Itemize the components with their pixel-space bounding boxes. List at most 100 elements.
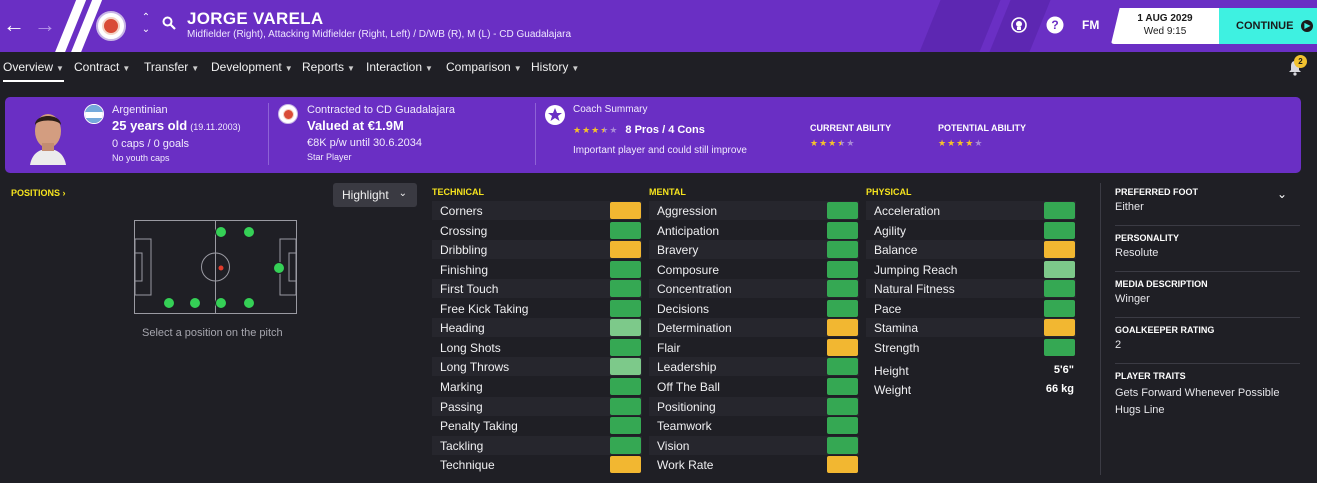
physical-attribute-row[interactable]: Balance: [866, 240, 1076, 259]
tab-development[interactable]: Development ▼: [211, 60, 293, 74]
tab-history[interactable]: History ▼: [531, 60, 579, 74]
attribute-rating-box: [1044, 319, 1075, 336]
technical-attribute-row[interactable]: Marking: [432, 377, 642, 396]
mental-attribute-row[interactable]: Positioning: [649, 397, 859, 416]
technical-attribute-row[interactable]: Finishing: [432, 260, 642, 279]
technical-attribute-row[interactable]: Penalty Taking: [432, 416, 642, 435]
player-switch-arrows-icon[interactable]: ⌃ ⌄: [140, 12, 152, 36]
position-dot[interactable]: [215, 297, 227, 309]
attribute-rating-box: [1044, 280, 1075, 297]
squad-status: Star Player: [307, 152, 352, 162]
tab-reports[interactable]: Reports ▼: [302, 60, 355, 74]
technical-title: TECHNICAL: [432, 187, 484, 197]
tab-interaction[interactable]: Interaction ▼: [366, 60, 433, 74]
mental-attribute-row[interactable]: Vision: [649, 436, 859, 455]
technical-attribute-row[interactable]: Crossing: [432, 221, 642, 240]
attribute-name: Crossing: [440, 223, 488, 238]
mental-attribute-row[interactable]: Composure: [649, 260, 859, 279]
mental-attribute-row[interactable]: Anticipation: [649, 221, 859, 240]
mental-title: MENTAL: [649, 187, 686, 197]
tab-label: Contract: [74, 60, 120, 74]
attribute-rating-box: [610, 280, 641, 297]
mental-attribute-row[interactable]: Teamwork: [649, 416, 859, 435]
position-dot[interactable]: [163, 297, 175, 309]
star-badge-icon: [545, 105, 565, 125]
mental-attribute-row[interactable]: Off The Ball: [649, 377, 859, 396]
age: 25 years old: [112, 118, 188, 133]
technical-attribute-row[interactable]: Passing: [432, 397, 642, 416]
attribute-rating-box: [1044, 300, 1075, 317]
position-dot[interactable]: [243, 226, 255, 238]
chevron-down-icon: ▼: [122, 64, 131, 73]
player-trait: Hugs Line: [1115, 404, 1165, 416]
mental-attribute-row[interactable]: Aggression: [649, 201, 859, 220]
attribute-rating-box: [827, 456, 858, 473]
positions-title[interactable]: POSITIONS ›: [11, 188, 66, 198]
arrow-left-icon[interactable]: ←: [3, 12, 25, 38]
date-label: 1 AUG 2029: [1137, 13, 1193, 24]
player-value: Valued at €1.9M: [307, 118, 404, 133]
notifications-button[interactable]: 2: [1288, 55, 1307, 76]
club-crest-icon[interactable]: [96, 11, 126, 41]
technical-attribute-row[interactable]: Corners: [432, 201, 642, 220]
mental-attribute-row[interactable]: Decisions: [649, 299, 859, 318]
arrow-right-icon[interactable]: →: [34, 12, 56, 38]
physical-attribute-row[interactable]: Strength: [866, 338, 1076, 357]
physical-attribute-row[interactable]: Stamina: [866, 318, 1076, 337]
attribute-rating-box: [610, 378, 641, 395]
fm-menu-button[interactable]: FM: [1082, 18, 1099, 32]
physical-attribute-row[interactable]: Jumping Reach: [866, 260, 1076, 279]
attribute-name: Anticipation: [657, 223, 720, 238]
personality-value: Resolute: [1115, 247, 1159, 259]
tab-overview[interactable]: Overview ▼: [3, 60, 64, 82]
position-dot[interactable]: [273, 262, 285, 274]
technical-attribute-row[interactable]: Heading: [432, 318, 642, 337]
mental-attribute-row[interactable]: Determination: [649, 318, 859, 337]
search-icon[interactable]: [162, 16, 176, 30]
tab-transfer[interactable]: Transfer ▼: [144, 60, 199, 74]
divider: [1115, 363, 1300, 364]
attribute-name: Stamina: [874, 320, 919, 335]
technical-attribute-row[interactable]: Dribbling: [432, 240, 642, 259]
mental-attribute-row[interactable]: Bravery: [649, 240, 859, 259]
attribute-rating-box: [610, 319, 641, 336]
mental-attribute-row[interactable]: Concentration: [649, 279, 859, 298]
physical-attribute-row[interactable]: Agility: [866, 221, 1076, 240]
attribute-rating-box: [1044, 241, 1075, 258]
coach-title: Coach Summary: [573, 104, 648, 115]
game-date[interactable]: 1 AUG 2029 Wed 9:15: [1111, 8, 1219, 44]
chevron-down-icon[interactable]: ⌄: [1277, 187, 1287, 201]
attribute-name: Jumping Reach: [874, 262, 958, 277]
position-dot[interactable]: [215, 226, 227, 238]
mental-attribute-row[interactable]: Flair: [649, 338, 859, 357]
help-icon[interactable]: ?: [1046, 16, 1064, 34]
technical-attribute-row[interactable]: Tackling: [432, 436, 642, 455]
highlight-dropdown[interactable]: Highlight ⌄: [333, 183, 417, 207]
physical-attribute-row[interactable]: Natural Fitness: [866, 279, 1076, 298]
attribute-rating-box: [827, 241, 858, 258]
continue-button[interactable]: CONTINUE ▶: [1219, 8, 1317, 44]
mental-attribute-row[interactable]: Leadership: [649, 357, 859, 376]
tab-contract[interactable]: Contract ▼: [74, 60, 130, 74]
position-dot[interactable]: [243, 297, 255, 309]
tab-comparison[interactable]: Comparison ▼: [446, 60, 522, 74]
mental-attribute-row[interactable]: Work Rate: [649, 455, 859, 474]
pitch-diagram[interactable]: [134, 220, 297, 314]
technical-attribute-row[interactable]: Technique: [432, 455, 642, 474]
attribute-rating-box: [610, 358, 641, 375]
technical-attribute-row[interactable]: Free Kick Taking: [432, 299, 642, 318]
attribute-rating-box: [610, 417, 641, 434]
preferred-foot-block: PREFERRED FOOT Either: [1115, 187, 1198, 216]
technical-attribute-row[interactable]: Long Shots: [432, 338, 642, 357]
physical-attribute-row[interactable]: Pace: [866, 299, 1076, 318]
player-avatar: [20, 103, 76, 165]
technical-attribute-row[interactable]: First Touch: [432, 279, 642, 298]
divider: [1115, 317, 1300, 318]
argentina-flag-icon: [84, 104, 104, 124]
technical-attribute-row[interactable]: Long Throws: [432, 357, 642, 376]
contract-club: Contracted to CD Guadalajara: [307, 104, 455, 116]
position-dot[interactable]: [189, 297, 201, 309]
attribute-rating-box: [610, 456, 641, 473]
trophy-icon[interactable]: [1010, 16, 1028, 34]
physical-attribute-row[interactable]: Acceleration: [866, 201, 1076, 220]
